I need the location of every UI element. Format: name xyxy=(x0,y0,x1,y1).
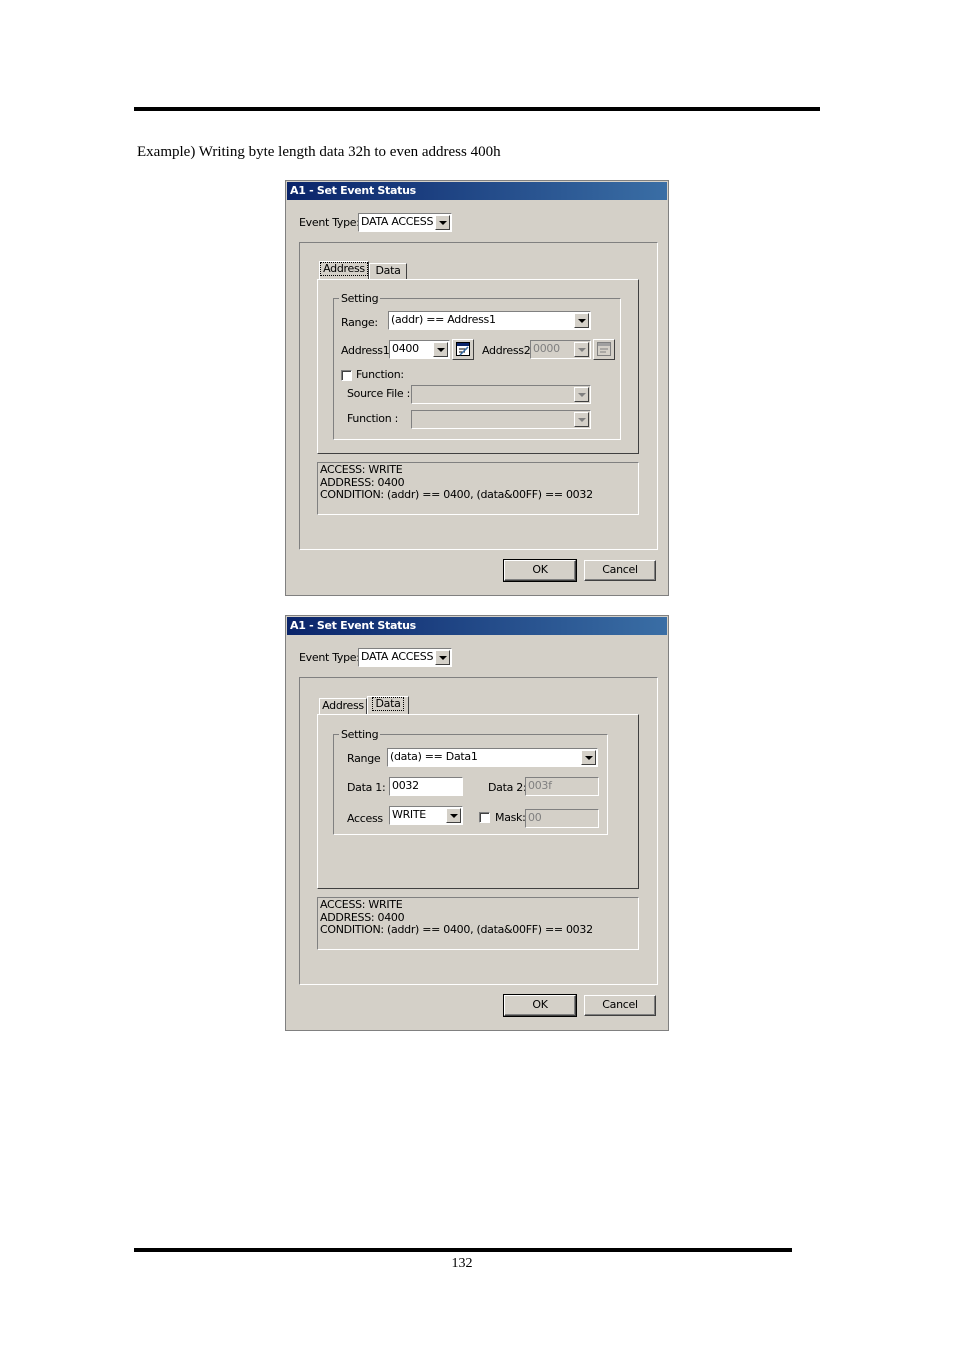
summary-line: CONDITION: (addr) == 0400, (data&00FF) =… xyxy=(320,488,593,501)
access-dropdown[interactable]: WRITE xyxy=(389,806,463,825)
address1-browse-button[interactable] xyxy=(452,339,474,360)
chevron-down-icon[interactable] xyxy=(574,387,589,402)
dialog-title-bar[interactable]: A1 - Set Event Status xyxy=(287,182,667,200)
example-caption: Example) Writing byte length data 32h to… xyxy=(137,144,501,160)
header-rule xyxy=(134,107,820,111)
tab-data[interactable]: Data xyxy=(367,696,409,715)
ok-button[interactable]: OK xyxy=(503,559,577,582)
range-value: (addr) == Address1 xyxy=(391,313,496,326)
access-label: Access xyxy=(347,812,383,825)
range-dropdown[interactable]: (data) == Data1 xyxy=(387,748,598,767)
setting-group-title: Setting xyxy=(339,292,381,305)
function-check-label: Function: xyxy=(356,368,404,381)
event-type-label: Event Type: xyxy=(299,216,360,229)
range-label: Range xyxy=(347,752,381,765)
address2-combo[interactable]: 0000 xyxy=(530,340,591,359)
setting-group-title: Setting xyxy=(339,728,381,741)
range-label: Range: xyxy=(341,316,378,329)
chevron-down-icon[interactable] xyxy=(581,750,596,765)
data2-value: 003f xyxy=(528,779,552,792)
address2-browse-button[interactable] xyxy=(593,339,615,360)
condition-summary: ACCESS: WRITE ADDRESS: 0400 CONDITION: (… xyxy=(317,462,639,515)
dialog-title-bar[interactable]: A1 - Set Event Status xyxy=(287,617,667,635)
event-type-label: Event Type: xyxy=(299,651,360,664)
data1-label: Data 1: xyxy=(347,781,386,794)
function-dropdown[interactable] xyxy=(411,410,591,429)
address1-value: 0400 xyxy=(392,342,419,355)
condition-summary: ACCESS: WRITE ADDRESS: 0400 CONDITION: (… xyxy=(317,897,639,950)
address1-combo[interactable]: 0400 xyxy=(389,340,450,359)
cancel-button[interactable]: Cancel xyxy=(584,560,656,581)
data1-input[interactable]: 0032 xyxy=(389,777,463,796)
chevron-down-icon[interactable] xyxy=(574,412,589,427)
address2-value: 0000 xyxy=(533,342,560,355)
chevron-down-icon[interactable] xyxy=(435,650,450,665)
address1-label: Address1: xyxy=(341,344,393,357)
tab-address[interactable]: Address xyxy=(319,261,369,280)
summary-line: ACCESS: WRITE xyxy=(320,898,403,911)
function-checkbox[interactable] xyxy=(341,370,352,381)
access-value: WRITE xyxy=(392,808,426,821)
source-file-label: Source File : xyxy=(347,387,410,400)
symbol-browser-icon xyxy=(597,342,611,356)
source-file-dropdown[interactable] xyxy=(411,385,591,404)
chevron-down-icon[interactable] xyxy=(433,342,448,357)
ok-button[interactable]: OK xyxy=(503,994,577,1017)
mask-label: Mask: xyxy=(495,811,526,824)
chevron-down-icon[interactable] xyxy=(435,215,450,230)
set-event-status-dialog-address: A1 - Set Event Status Event Type: DATA A… xyxy=(285,180,669,596)
event-type-dropdown[interactable]: DATA ACCESS xyxy=(358,213,452,232)
footer-rule xyxy=(134,1248,792,1252)
mask-value: 00 xyxy=(528,811,542,824)
symbol-browser-icon xyxy=(456,342,470,356)
data2-input[interactable]: 003f xyxy=(525,777,599,796)
range-dropdown[interactable]: (addr) == Address1 xyxy=(388,311,591,330)
mask-input[interactable]: 00 xyxy=(525,809,599,828)
event-type-value: DATA ACCESS xyxy=(361,650,434,663)
set-event-status-dialog-data: A1 - Set Event Status Event Type: DATA A… xyxy=(285,615,669,1031)
address2-label: Address2: xyxy=(482,344,534,357)
event-type-value: DATA ACCESS xyxy=(361,215,434,228)
summary-line: ACCESS: WRITE xyxy=(320,463,403,476)
event-type-dropdown[interactable]: DATA ACCESS xyxy=(358,648,452,667)
tab-address[interactable]: Address xyxy=(319,698,367,715)
chevron-down-icon[interactable] xyxy=(574,342,589,357)
chevron-down-icon[interactable] xyxy=(446,808,461,823)
data2-label: Data 2: xyxy=(488,781,527,794)
cancel-button[interactable]: Cancel xyxy=(584,995,656,1016)
function-label: Function : xyxy=(347,412,398,425)
tab-data[interactable]: Data xyxy=(369,263,407,280)
summary-line: CONDITION: (addr) == 0400, (data&00FF) =… xyxy=(320,923,593,936)
range-value: (data) == Data1 xyxy=(390,750,478,763)
chevron-down-icon[interactable] xyxy=(574,313,589,328)
mask-checkbox[interactable] xyxy=(479,812,490,823)
page-number: 132 xyxy=(451,1256,473,1271)
data1-value: 0032 xyxy=(392,779,419,792)
